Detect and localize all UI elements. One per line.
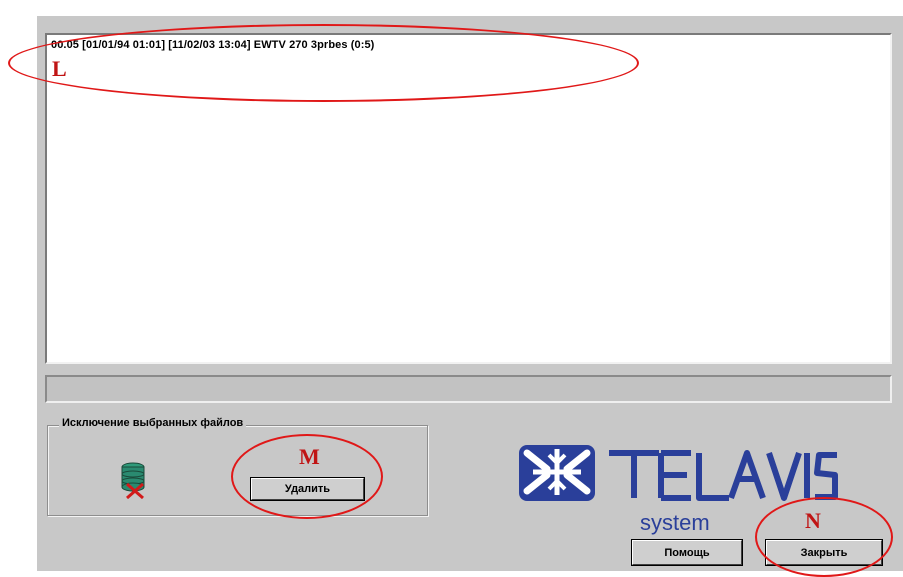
annotation-label-l: L: [52, 56, 67, 81]
delete-button[interactable]: Удалить: [250, 477, 365, 501]
exclusion-group-title: Исключение выбранных файлов: [59, 417, 247, 429]
logo-tagline: system: [640, 510, 710, 535]
list-item[interactable]: 00.05 [01/01/94 01:01] [11/02/03 13:04] …: [51, 39, 374, 51]
status-bar: [45, 375, 892, 403]
database-delete-icon: [118, 459, 148, 499]
snowflake-logo-icon: [519, 445, 595, 501]
exclusion-groupbox: [47, 425, 428, 516]
close-button[interactable]: Закрыть: [765, 539, 883, 566]
annotation-label-n: N: [805, 508, 821, 533]
help-button[interactable]: Помощь: [631, 539, 743, 566]
file-listbox[interactable]: 00.05 [01/01/94 01:01] [11/02/03 13:04] …: [45, 33, 892, 364]
annotation-label-m: M: [299, 444, 320, 469]
